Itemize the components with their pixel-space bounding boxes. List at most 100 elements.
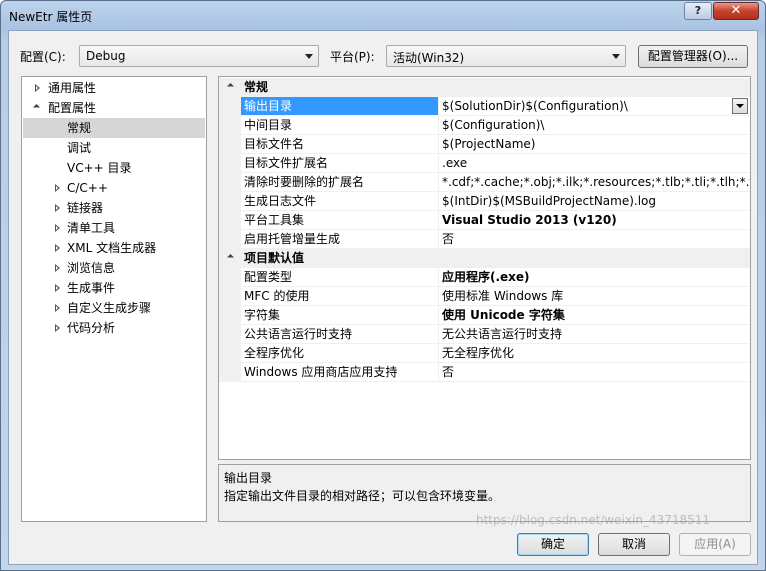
- property-value[interactable]: $(SolutionDir)$(Configuration)\: [439, 97, 750, 116]
- collapsed-arrow-icon[interactable]: [53, 238, 63, 258]
- help-button[interactable]: ?: [684, 2, 712, 20]
- property-value[interactable]: 否: [439, 363, 750, 382]
- row-gutter: [219, 116, 241, 135]
- tree-item[interactable]: 浏览信息: [23, 258, 205, 278]
- cancel-button[interactable]: 取消: [598, 533, 670, 556]
- collapsed-arrow-icon[interactable]: [53, 198, 63, 218]
- property-value[interactable]: 应用程序(.exe): [439, 268, 750, 287]
- tree-item[interactable]: 生成事件: [23, 278, 205, 298]
- tree-item-label: 代码分析: [67, 321, 116, 335]
- tree-item-label: XML 文档生成器: [67, 241, 157, 255]
- row-gutter: [219, 135, 241, 154]
- config-label: 配置(C):: [20, 50, 66, 64]
- row-gutter: [219, 230, 241, 249]
- tree-item[interactable]: 配置属性: [23, 98, 205, 118]
- tree-item[interactable]: 调试: [23, 138, 205, 158]
- property-name: 字符集: [241, 306, 439, 325]
- property-value[interactable]: *.cdf;*.cache;*.obj;*.ilk;*.resources;*.…: [439, 173, 750, 192]
- property-name: Windows 应用商店应用支持: [241, 363, 439, 382]
- property-row[interactable]: 目标文件名 $(ProjectName): [219, 135, 750, 154]
- tree-item[interactable]: 清单工具: [23, 218, 205, 238]
- property-grid[interactable]: 常规输出目录 $(SolutionDir)$(Configuration)\ 中间目…: [218, 76, 751, 460]
- apply-button[interactable]: 应用(A): [679, 533, 751, 556]
- platform-combo[interactable]: 活动(Win32): [386, 45, 626, 67]
- property-value[interactable]: 否: [439, 230, 750, 249]
- collapsed-arrow-icon[interactable]: [33, 78, 43, 98]
- tree-item-label: 调试: [67, 141, 92, 155]
- tree-item[interactable]: VC++ 目录: [23, 158, 205, 178]
- row-gutter: [219, 97, 241, 116]
- property-row[interactable]: 清除时要删除的扩展名 *.cdf;*.cache;*.obj;*.ilk;*.re…: [219, 173, 750, 192]
- tree-item-label: VC++ 目录: [67, 161, 132, 175]
- tree-item-label: 浏览信息: [67, 261, 116, 275]
- tree-item[interactable]: 代码分析: [23, 318, 205, 338]
- property-name: 公共语言运行时支持: [241, 325, 439, 344]
- collapsed-arrow-icon[interactable]: [53, 178, 63, 198]
- title-bar[interactable]: NewEtr 属性页 ? ✕: [1, 1, 765, 29]
- config-combo[interactable]: Debug: [79, 45, 319, 67]
- dropdown-button[interactable]: [732, 98, 748, 114]
- property-value[interactable]: 无全程序优化: [439, 344, 750, 363]
- tree-item[interactable]: 常规: [23, 118, 205, 138]
- dialog-client: 配置(C): Debug 平台(P): 活动(Win32) 配置管理器(O)..…: [8, 30, 758, 565]
- category-tree[interactable]: 通用属性 配置属性常规调试 VC++ 目录 C/C++ 链接器清单工具 XML 文档生成器…: [21, 76, 207, 522]
- property-value[interactable]: Visual Studio 2013 (v120): [439, 211, 750, 230]
- grid-category-label: 常规: [244, 80, 269, 94]
- property-row[interactable]: 启用托管增量生成否: [219, 230, 750, 249]
- config-manager-button[interactable]: 配置管理器(O)...: [638, 45, 748, 68]
- tree-item[interactable]: 通用属性: [23, 78, 205, 98]
- expanded-arrow-icon[interactable]: [226, 82, 235, 91]
- property-name: MFC 的使用: [241, 287, 439, 306]
- expanded-arrow-icon[interactable]: [226, 253, 235, 262]
- collapsed-arrow-icon[interactable]: [53, 278, 63, 298]
- row-gutter: [219, 173, 241, 192]
- property-row[interactable]: Windows 应用商店应用支持否: [219, 363, 750, 382]
- property-value[interactable]: $(Configuration)\: [439, 116, 750, 135]
- property-row[interactable]: 生成日志文件 $(IntDir)$(MSBuildProjectName).log: [219, 192, 750, 211]
- property-value[interactable]: $(IntDir)$(MSBuildProjectName).log: [439, 192, 750, 211]
- property-row[interactable]: 平台工具集 Visual Studio 2013 (v120): [219, 211, 750, 230]
- tree-item-label: 清单工具: [67, 221, 116, 235]
- tree-item[interactable]: C/C++: [23, 178, 205, 198]
- collapsed-arrow-icon[interactable]: [53, 318, 63, 338]
- property-value[interactable]: 使用 Unicode 字符集: [439, 306, 750, 325]
- platform-combo-value: 活动(Win32): [393, 51, 465, 65]
- property-value[interactable]: 无公共语言运行时支持: [439, 325, 750, 344]
- collapsed-arrow-icon[interactable]: [53, 218, 63, 238]
- tree-item[interactable]: 自定义生成步骤: [23, 298, 205, 318]
- close-button[interactable]: ✕: [713, 2, 759, 20]
- tree-item-label: 生成事件: [67, 281, 116, 295]
- property-value[interactable]: .exe: [439, 154, 750, 173]
- property-value[interactable]: $(ProjectName): [439, 135, 750, 154]
- row-gutter: [219, 268, 241, 287]
- grid-category[interactable]: 项目默认值: [219, 249, 750, 268]
- property-row[interactable]: 输出目录 $(SolutionDir)$(Configuration)\: [219, 97, 750, 116]
- expanded-arrow-icon[interactable]: [33, 98, 43, 118]
- tree-item-label: 常规: [67, 121, 92, 135]
- properties-window: NewEtr 属性页 ? ✕ 配置(C): Debug 平台(P): 活动(Wi…: [0, 0, 766, 571]
- property-row[interactable]: 公共语言运行时支持 无公共语言运行时支持: [219, 325, 750, 344]
- property-row[interactable]: 目标文件扩展名 .exe: [219, 154, 750, 173]
- property-row[interactable]: 字符集 使用 Unicode 字符集: [219, 306, 750, 325]
- property-row[interactable]: MFC 的使用 使用标准 Windows 库: [219, 287, 750, 306]
- chevron-down-icon: [305, 54, 313, 59]
- property-row[interactable]: 配置类型 应用程序(.exe): [219, 268, 750, 287]
- grid-category[interactable]: 常规: [219, 78, 750, 97]
- property-name: 中间目录: [241, 116, 439, 135]
- property-row[interactable]: 中间目录 $(Configuration)\: [219, 116, 750, 135]
- ok-button[interactable]: 确定: [517, 533, 589, 556]
- row-gutter: [219, 192, 241, 211]
- row-gutter: [219, 363, 241, 382]
- property-row[interactable]: 全程序优化 无全程序优化: [219, 344, 750, 363]
- property-name: 清除时要删除的扩展名: [241, 173, 439, 192]
- property-name: 启用托管增量生成: [241, 230, 439, 249]
- config-combo-value: Debug: [86, 49, 126, 63]
- collapsed-arrow-icon[interactable]: [53, 298, 63, 318]
- row-gutter: [219, 344, 241, 363]
- collapsed-arrow-icon[interactable]: [53, 258, 63, 278]
- tree-item[interactable]: XML 文档生成器: [23, 238, 205, 258]
- property-value[interactable]: 使用标准 Windows 库: [439, 287, 750, 306]
- property-name: 生成日志文件: [241, 192, 439, 211]
- platform-label: 平台(P):: [330, 50, 375, 64]
- tree-item[interactable]: 链接器: [23, 198, 205, 218]
